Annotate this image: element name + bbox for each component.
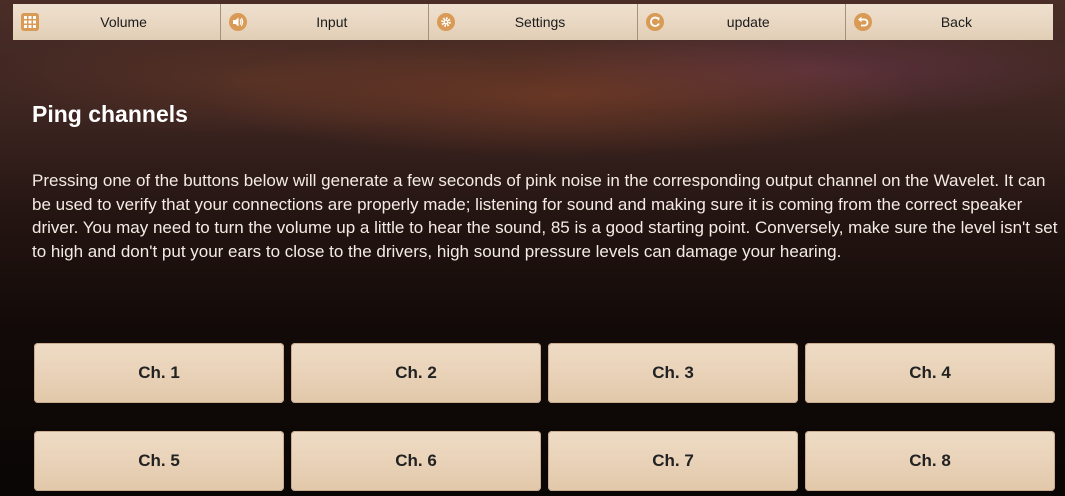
- channel-5-button[interactable]: Ch. 5: [34, 431, 284, 491]
- toolbar-update-label: update: [726, 14, 770, 30]
- channel-6-button[interactable]: Ch. 6: [291, 431, 541, 491]
- top-toolbar: Volume Input Settings update Back: [13, 4, 1053, 40]
- speaker-icon: [221, 4, 255, 40]
- channel-3-button[interactable]: Ch. 3: [548, 343, 798, 403]
- ping-description: Pressing one of the buttons below will g…: [32, 171, 1058, 261]
- channel-4-button[interactable]: Ch. 4: [805, 343, 1055, 403]
- channel-7-button[interactable]: Ch. 7: [548, 431, 798, 491]
- toolbar-volume[interactable]: Volume: [13, 4, 222, 40]
- gear-icon: [429, 4, 463, 40]
- toolbar-volume-label: Volume: [100, 14, 147, 30]
- toolbar-update[interactable]: update: [638, 4, 846, 40]
- toolbar-back-label: Back: [940, 14, 972, 30]
- back-arrow-icon: [846, 4, 880, 40]
- page-title: Ping channels: [32, 101, 188, 127]
- toolbar-settings[interactable]: Settings: [429, 4, 638, 40]
- channel-1-button[interactable]: Ch. 1: [34, 343, 284, 403]
- channel-button-grid: Ch. 1 Ch. 2 Ch. 3 Ch. 4 Ch. 5 Ch. 6 Ch. …: [34, 343, 1056, 491]
- toolbar-back[interactable]: Back: [846, 4, 1053, 40]
- channel-2-button[interactable]: Ch. 2: [291, 343, 541, 403]
- toolbar-input[interactable]: Input: [221, 4, 430, 40]
- channel-8-button[interactable]: Ch. 8: [805, 431, 1055, 491]
- grid-icon: [13, 4, 47, 40]
- refresh-icon: [638, 4, 672, 40]
- toolbar-input-label: Input: [316, 14, 348, 30]
- toolbar-settings-label: Settings: [514, 14, 566, 30]
